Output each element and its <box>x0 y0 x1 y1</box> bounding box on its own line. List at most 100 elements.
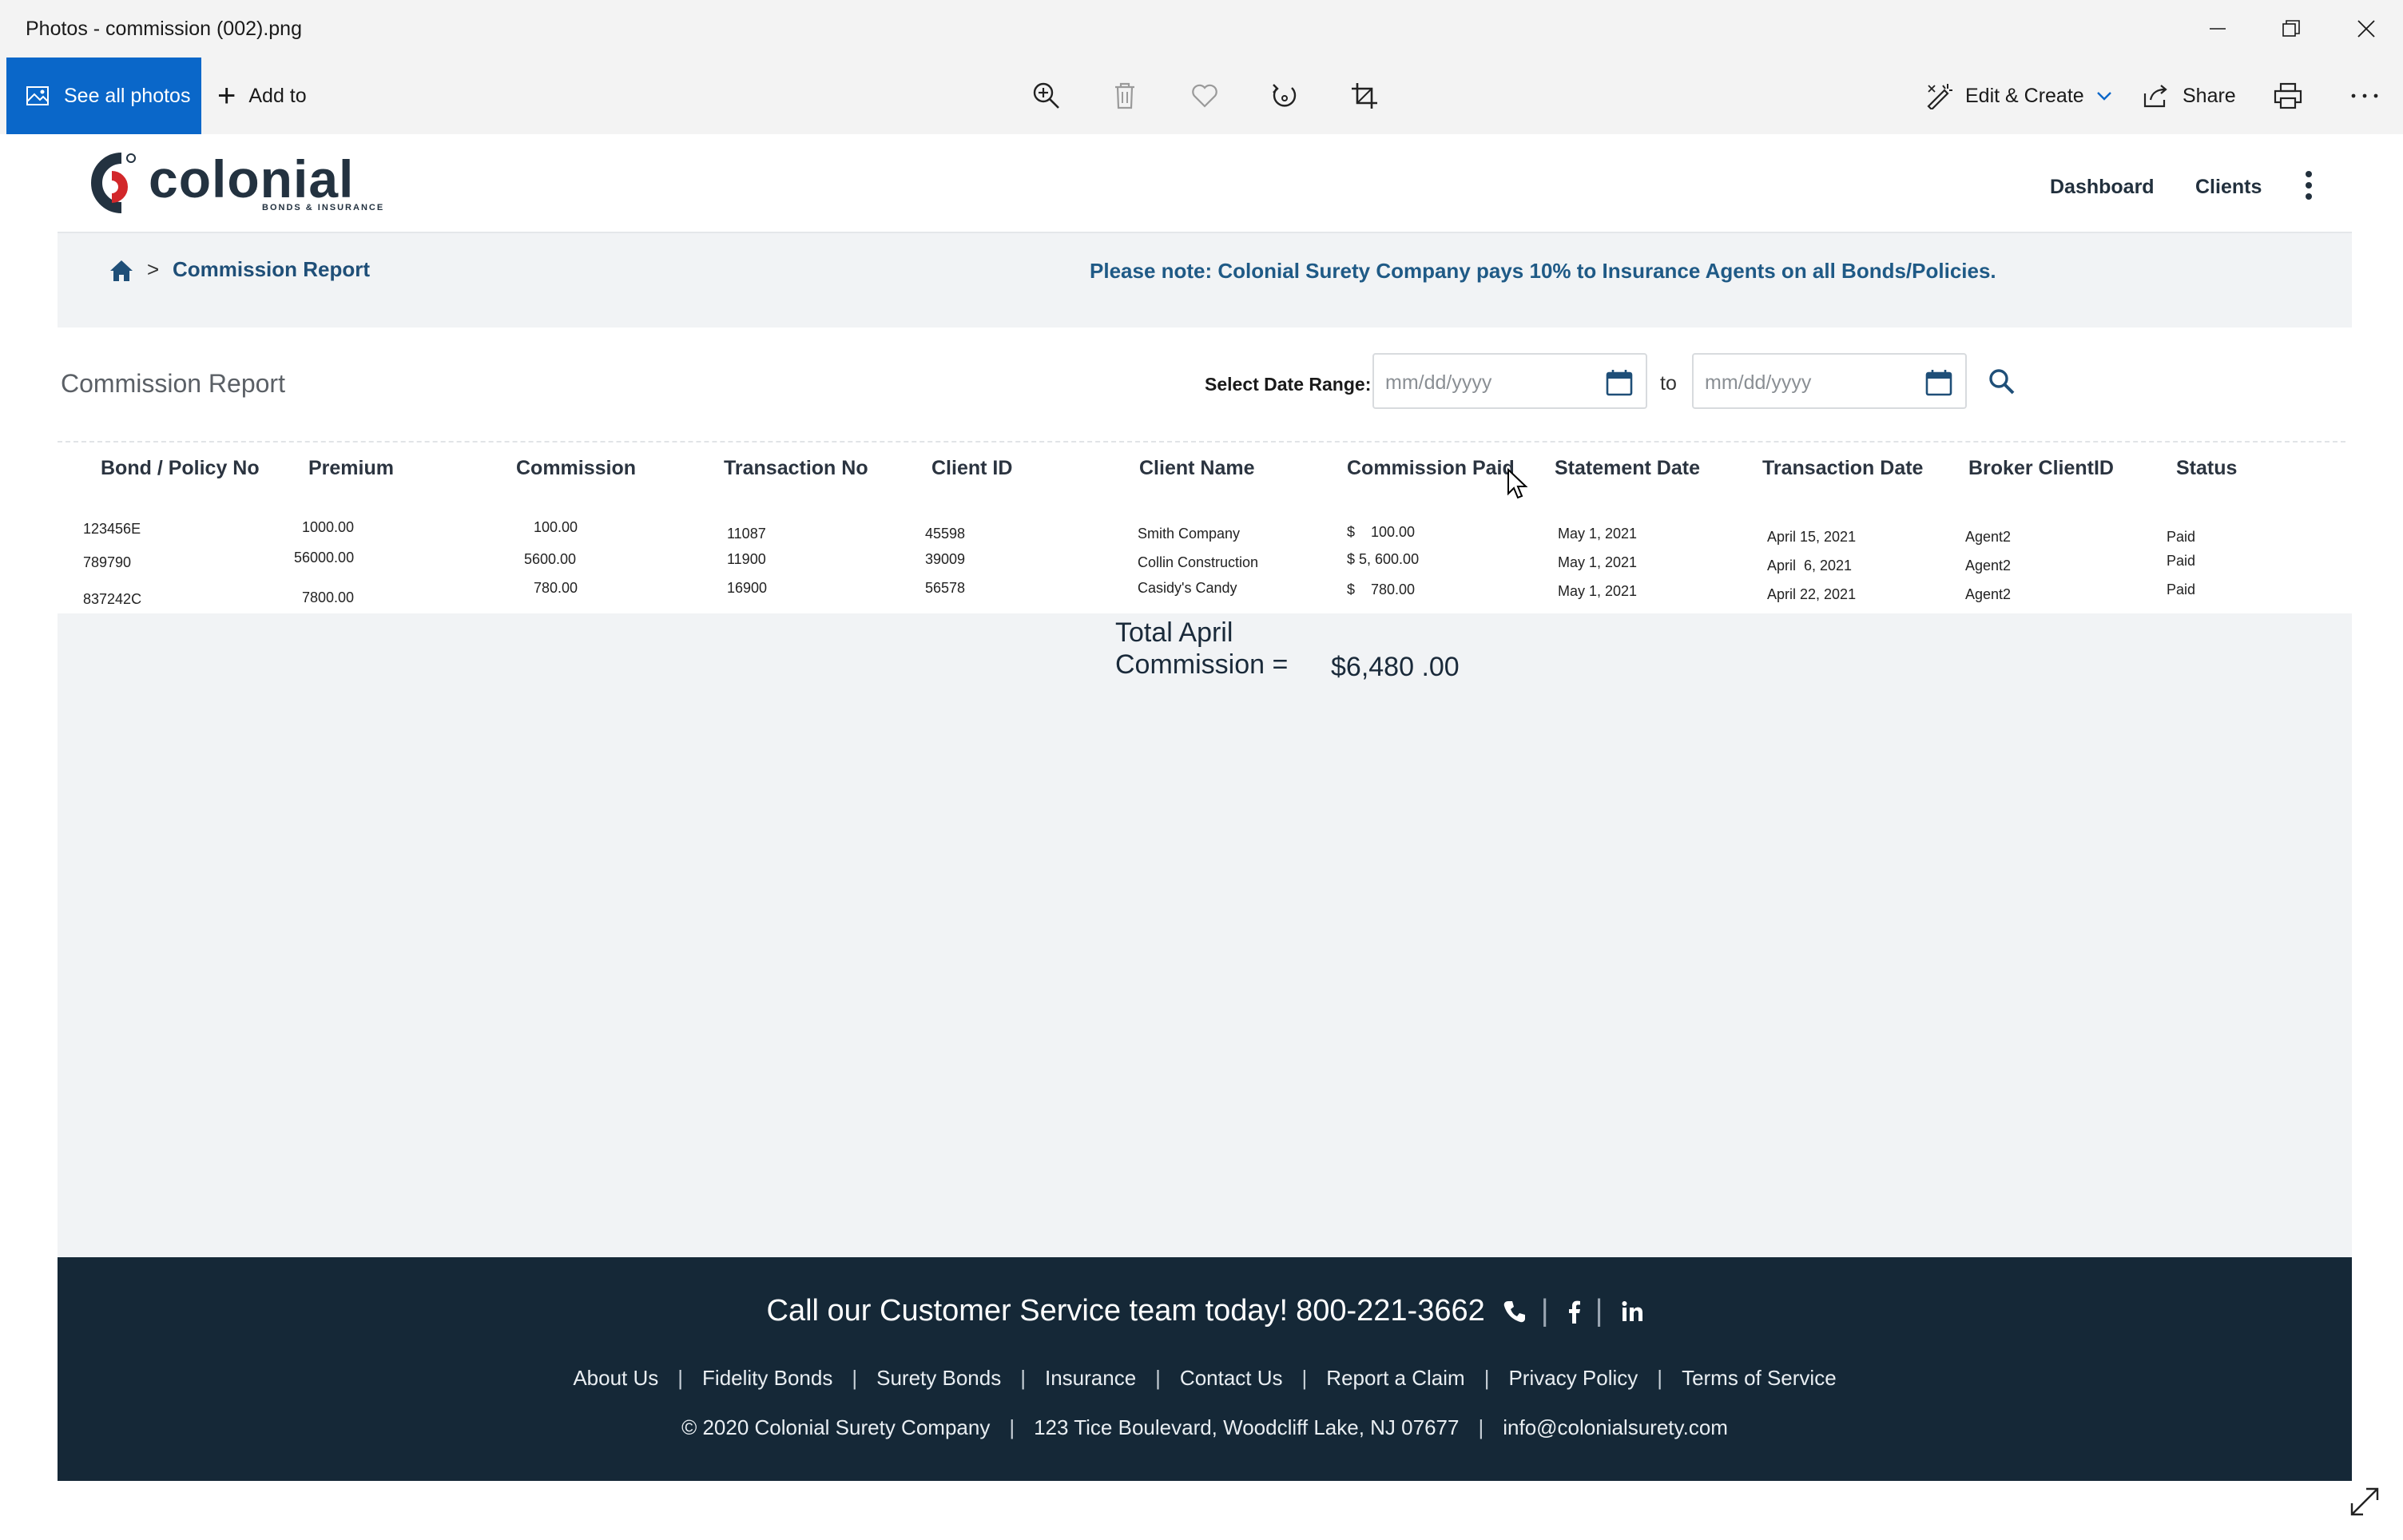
footer-links: About Us | Fidelity Bonds | Surety Bonds | Ins… <box>58 1366 2352 1391</box>
add-to-label: Add to <box>248 84 307 107</box>
kebab-menu-icon[interactable] <box>2301 169 2317 201</box>
cell-premium: 56000.00 <box>294 550 355 566</box>
footer-link-fidelity-bonds[interactable]: Fidelity Bonds <box>702 1366 832 1390</box>
more-button[interactable] <box>2345 77 2384 115</box>
cell-broker-clientid: Agent2 <box>1965 586 2012 602</box>
commission-notice: Please note: Colonial Surety Company pay… <box>1090 259 1996 283</box>
close-button[interactable] <box>2330 0 2403 58</box>
column-header-status[interactable]: Status <box>2176 457 2237 480</box>
expand-icon[interactable] <box>2349 1486 2381 1518</box>
delete-button[interactable] <box>1106 77 1144 115</box>
phone-icon[interactable] <box>1503 1300 1527 1324</box>
edit-create-button[interactable]: Edit & Create <box>1925 58 2113 134</box>
cell-client-id: 56578 <box>925 580 966 596</box>
see-all-photos-button[interactable]: See all photos <box>6 58 201 134</box>
date-to-field[interactable] <box>1692 353 1967 409</box>
calendar-icon[interactable] <box>1606 369 1633 396</box>
footer-icon-separator: | <box>1595 1294 1603 1328</box>
nav-clients[interactable]: Clients <box>2195 176 2262 199</box>
footer-link-insurance[interactable]: Insurance <box>1045 1366 1136 1390</box>
footer-icon-separator: | <box>1540 1294 1549 1328</box>
favorite-button[interactable] <box>1186 77 1224 115</box>
footer-separator: | <box>1478 1415 1484 1439</box>
breadcrumb-current[interactable]: Commission Report <box>173 257 370 282</box>
footer-link-report-a-claim[interactable]: Report a Claim <box>1326 1366 1464 1390</box>
date-range-label: Select Date Range: <box>1205 374 1372 395</box>
report-summary-area <box>58 613 2352 1257</box>
site-footer: Call our Customer Service team today! 80… <box>58 1257 2352 1481</box>
colonial-logo[interactable]: colonial BONDS & INSURANCE <box>89 149 383 219</box>
footer-link-contact-us[interactable]: Contact Us <box>1180 1366 1283 1390</box>
date-to-input[interactable] <box>1703 366 1922 399</box>
breadcrumb-band: > Commission Report Please note: Colonia… <box>58 232 2352 327</box>
footer-address: 123 Tice Boulevard, Woodcliff Lake, NJ 0… <box>1034 1415 1460 1439</box>
cell-transaction-date: April 6, 2021 <box>1767 558 1853 574</box>
footer-link-terms-of-service[interactable]: Terms of Service <box>1682 1366 1837 1390</box>
more-icon <box>2351 93 2378 98</box>
title-bar: Photos - commission (002).png <box>0 0 2403 58</box>
cell-premium: 1000.00 <box>302 519 355 535</box>
column-header-premium[interactable]: Premium <box>308 457 394 480</box>
cell-transaction-date: April 22, 2021 <box>1767 586 1857 602</box>
cell-bond-policy-no: 837242C <box>83 591 142 607</box>
cell-broker-clientid: Agent2 <box>1965 558 2012 574</box>
rotate-button[interactable] <box>1265 77 1304 115</box>
see-all-photos-label: See all photos <box>64 84 191 107</box>
add-to-button[interactable]: + Add to <box>217 58 307 134</box>
share-label: Share <box>2183 84 2236 107</box>
cell-commission: 5600.00 <box>524 551 577 567</box>
column-header-client-name[interactable]: Client Name <box>1139 457 1254 480</box>
footer-link-separator: | <box>852 1366 858 1390</box>
maximize-icon <box>2282 20 2300 37</box>
column-header-commission-paid[interactable]: Commission Paid <box>1347 457 1515 480</box>
cell-commission-paid: $ 5, 600.00 <box>1347 551 1420 567</box>
nav-dashboard[interactable]: Dashboard <box>2050 176 2155 199</box>
column-header-commission[interactable]: Commission <box>516 457 636 480</box>
column-header-bond-policy-no[interactable]: Bond / Policy No <box>101 457 260 480</box>
cell-bond-policy-no: 789790 <box>83 554 132 570</box>
footer-phone-number[interactable]: 800-221-3662 <box>1296 1294 1485 1328</box>
facebook-icon[interactable] <box>1567 1300 1581 1324</box>
footer-link-surety-bonds[interactable]: Surety Bonds <box>876 1366 1001 1390</box>
footer-link-separator: | <box>1657 1366 1663 1390</box>
column-header-broker-clientid[interactable]: Broker ClientID <box>1968 457 2114 480</box>
minimize-button[interactable] <box>2181 0 2254 58</box>
column-header-client-id[interactable]: Client ID <box>931 457 1012 480</box>
cell-premium: 7800.00 <box>302 589 355 605</box>
zoom-in-icon <box>1033 82 1059 109</box>
share-icon <box>2143 85 2167 108</box>
footer-link-separator: | <box>1301 1366 1308 1390</box>
calendar-icon[interactable] <box>1925 369 1952 396</box>
site-header: colonial BONDS & INSURANCE Dashboard Cli… <box>58 134 2352 232</box>
print-button[interactable] <box>2269 77 2307 115</box>
rotate-icon <box>1273 84 1297 107</box>
column-header-transaction-date[interactable]: Transaction Date <box>1762 457 1923 480</box>
minimize-icon <box>2210 28 2226 30</box>
footer-link-privacy-policy[interactable]: Privacy Policy <box>1508 1366 1638 1390</box>
search-icon[interactable] <box>1988 367 2016 396</box>
cell-client-id: 45598 <box>925 526 966 542</box>
cell-commission-paid: $ 100.00 <box>1347 524 1416 540</box>
footer-link-about-us[interactable]: About Us <box>573 1366 658 1390</box>
footer-link-separator: | <box>677 1366 684 1390</box>
photos-toolbar: See all photos + Add to Edit & Create Sh… <box>0 58 2403 134</box>
cell-commission: 100.00 <box>534 519 578 535</box>
footer-email[interactable]: info@colonialsurety.com <box>1503 1415 1728 1439</box>
cell-broker-clientid: Agent2 <box>1965 529 2012 545</box>
delete-icon <box>1115 82 1134 109</box>
cell-bond-policy-no: 123456E <box>83 521 141 537</box>
chevron-down-icon <box>2096 92 2111 101</box>
date-from-field[interactable] <box>1372 353 1647 409</box>
edit-create-label: Edit & Create <box>1965 84 2084 107</box>
home-icon[interactable] <box>109 259 134 283</box>
linkedin-icon[interactable] <box>1621 1300 1643 1323</box>
share-button[interactable]: Share <box>2143 58 2236 134</box>
column-header-transaction-no[interactable]: Transaction No <box>724 457 868 480</box>
breadcrumb-separator: > <box>147 257 160 281</box>
column-header-statement-date[interactable]: Statement Date <box>1555 457 1700 480</box>
date-from-input[interactable] <box>1384 366 1603 399</box>
zoom-in-button[interactable] <box>1027 77 1066 115</box>
maximize-button[interactable] <box>2254 0 2328 58</box>
footer-copyright-line: © 2020 Colonial Surety Company | 123 Tice … <box>58 1415 2352 1440</box>
crop-button[interactable] <box>1345 77 1384 115</box>
